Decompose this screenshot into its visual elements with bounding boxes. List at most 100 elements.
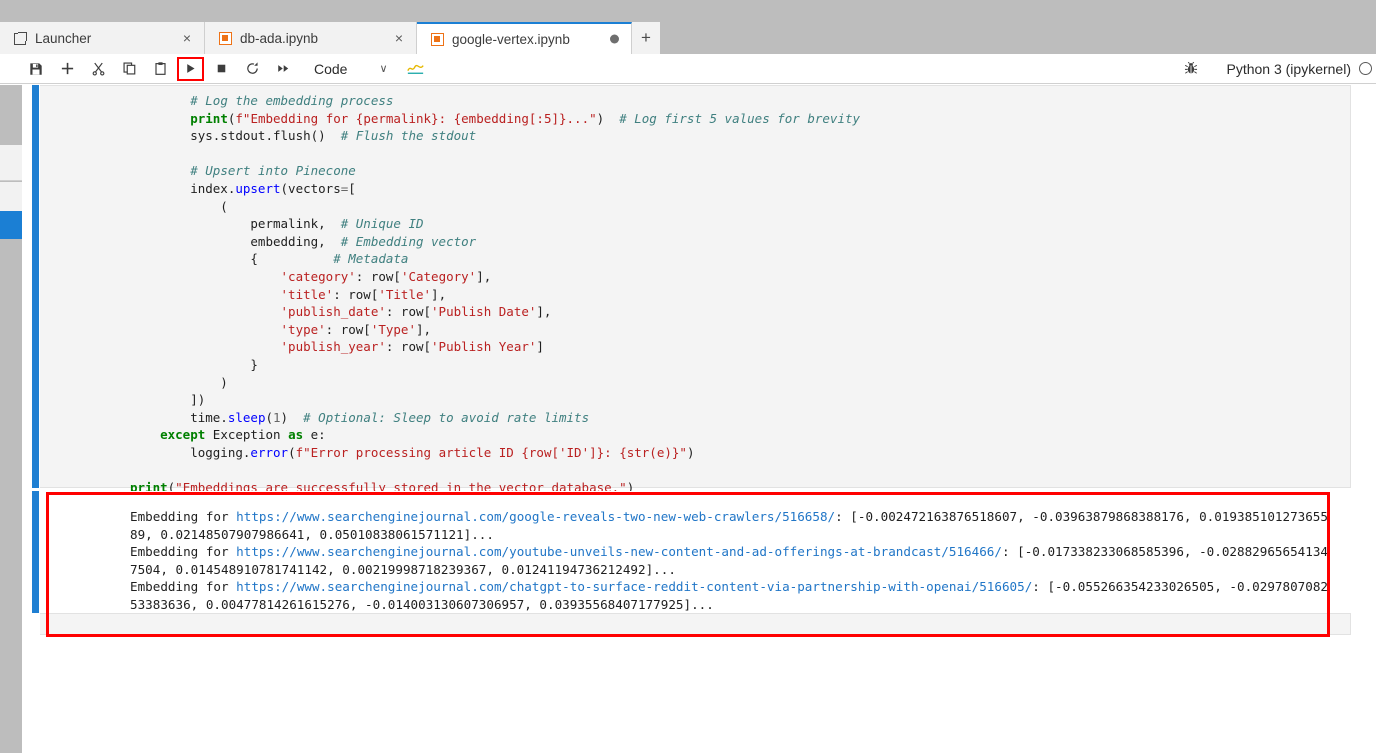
plot-output-button[interactable]	[402, 57, 430, 81]
code-token	[130, 269, 281, 284]
code-token: )	[687, 445, 695, 460]
tab-google-vertex-ipynb[interactable]: google-vertex.ipynb	[417, 22, 632, 54]
paste-cells-button[interactable]	[146, 57, 174, 81]
code-token: 'Type'	[371, 322, 416, 337]
copy-cells-button[interactable]	[115, 57, 143, 81]
code-token: (	[288, 445, 296, 460]
code-token: # Upsert into Pinecone	[190, 163, 356, 178]
next-code-cell[interactable]	[40, 613, 1351, 635]
code-line: ])	[130, 391, 1350, 409]
unsaved-changes-indicator[interactable]	[610, 35, 619, 44]
code-token: logging.	[130, 445, 250, 460]
output-prefix: Embedding for	[130, 509, 236, 524]
code-token: # Flush the stdout	[341, 128, 476, 143]
stop-square-icon	[216, 63, 227, 74]
kernel-status-indicator[interactable]	[1359, 62, 1372, 75]
code-token: }	[130, 357, 258, 372]
code-line: # Log the embedding process	[130, 92, 1350, 110]
kernel-name-label[interactable]: Python 3 (ipykernel)	[1226, 61, 1351, 77]
tab-bar: Launcher × db-ada.ipynb × google-vertex.…	[0, 22, 1376, 54]
debugger-button[interactable]	[1177, 57, 1205, 81]
play-icon	[184, 62, 197, 75]
code-token: # Log first 5 values for brevity	[619, 111, 860, 126]
code-token: : row[	[386, 304, 431, 319]
code-token: # Embedding vector	[341, 234, 476, 249]
sidebar-item-file-browser[interactable]	[0, 145, 22, 181]
code-token	[130, 93, 190, 108]
code-line: 'publish_date': row['Publish Date'],	[130, 303, 1350, 321]
code-token: Exception	[205, 427, 288, 442]
restart-kernel-button[interactable]	[238, 57, 266, 81]
fast-forward-icon	[276, 61, 291, 76]
tab-db-ada-ipynb[interactable]: db-ada.ipynb ×	[205, 22, 417, 54]
code-token: f"Embedding for {permalink}: {embedding[…	[235, 111, 596, 126]
code-token: ],	[416, 322, 431, 337]
output-url-link[interactable]: https://www.searchenginejournal.com/goog…	[236, 509, 835, 524]
output-cell-active-bar	[32, 491, 39, 613]
code-editor[interactable]: # Log the embedding process print(f"Embe…	[40, 86, 1350, 503]
code-token: (	[130, 199, 228, 214]
code-line: 'category': row['Category'],	[130, 268, 1350, 286]
code-line: except Exception as e:	[130, 426, 1350, 444]
restart-run-all-button[interactable]	[269, 57, 297, 81]
code-token	[130, 322, 281, 337]
plus-icon	[60, 61, 75, 76]
code-token: )	[281, 410, 304, 425]
code-token	[130, 339, 281, 354]
code-line: time.sleep(1) # Optional: Sleep to avoid…	[130, 409, 1350, 427]
code-line	[130, 145, 1350, 163]
code-line: embedding, # Embedding vector	[130, 233, 1350, 251]
code-line: index.upsert(vectors=[	[130, 180, 1350, 198]
chart-line-icon	[407, 62, 424, 76]
output-url-link[interactable]: https://www.searchenginejournal.com/chat…	[236, 579, 1032, 594]
sidebar-item-active[interactable]	[0, 211, 22, 239]
code-token: 'Publish Year'	[431, 339, 536, 354]
code-token: f"Error processing article ID {row['ID']…	[296, 445, 687, 460]
output-url-link[interactable]: https://www.searchenginejournal.com/yout…	[236, 544, 1002, 559]
tab-launcher[interactable]: Launcher ×	[0, 22, 205, 54]
code-cell[interactable]: # Log the embedding process print(f"Embe…	[40, 85, 1351, 488]
code-token: index.	[130, 181, 235, 196]
new-tab-button[interactable]: +	[632, 22, 660, 54]
run-cell-button[interactable]	[177, 57, 204, 81]
launcher-icon	[14, 32, 27, 45]
code-line: { # Metadata	[130, 250, 1350, 268]
code-token: # Unique ID	[341, 216, 424, 231]
code-line: }	[130, 356, 1350, 374]
activity-sidebar	[0, 85, 22, 753]
code-line	[130, 461, 1350, 479]
code-token: 1	[273, 410, 281, 425]
output-line: Embedding for https://www.searchenginejo…	[130, 578, 1333, 613]
code-token	[130, 304, 281, 319]
code-token: )	[597, 111, 620, 126]
output-line: Embedding for https://www.searchenginejo…	[130, 543, 1333, 578]
notebook-toolbar: Code ∨ Python 3 (ipykernel)	[0, 54, 1376, 84]
notebook-area: # Log the embedding process print(f"Embe…	[0, 85, 1376, 753]
jupyterlab-window: Launcher × db-ada.ipynb × google-vertex.…	[0, 0, 1376, 753]
cut-cells-button[interactable]	[84, 57, 112, 81]
code-token: ],	[431, 287, 446, 302]
code-token	[130, 111, 190, 126]
code-token: sleep	[228, 410, 266, 425]
cell-type-select[interactable]: Code ∨	[314, 61, 388, 77]
close-icon[interactable]: ×	[180, 31, 194, 45]
code-token: ],	[476, 269, 491, 284]
code-line: 'title': row['Title'],	[130, 286, 1350, 304]
output-prefix: Embedding for	[130, 544, 236, 559]
code-token: ])	[130, 392, 205, 407]
save-button[interactable]	[22, 57, 50, 81]
interrupt-kernel-button[interactable]	[207, 57, 235, 81]
insert-cell-button[interactable]	[53, 57, 81, 81]
code-token: sys.stdout.flush()	[130, 128, 341, 143]
close-icon[interactable]: ×	[392, 31, 406, 45]
code-cell-active-bar	[32, 85, 39, 488]
code-token: ],	[536, 304, 551, 319]
code-line: logging.error(f"Error processing article…	[130, 444, 1350, 462]
code-token: : row[	[333, 287, 378, 302]
code-token: )	[130, 375, 228, 390]
code-token: 'Title'	[378, 287, 431, 302]
notebook-canvas[interactable]: # Log the embedding process print(f"Embe…	[22, 85, 1376, 753]
stream-output: Embedding for https://www.searchenginejo…	[40, 491, 1351, 614]
code-token: 'title'	[281, 287, 334, 302]
code-token: # Log the embedding process	[190, 93, 393, 108]
